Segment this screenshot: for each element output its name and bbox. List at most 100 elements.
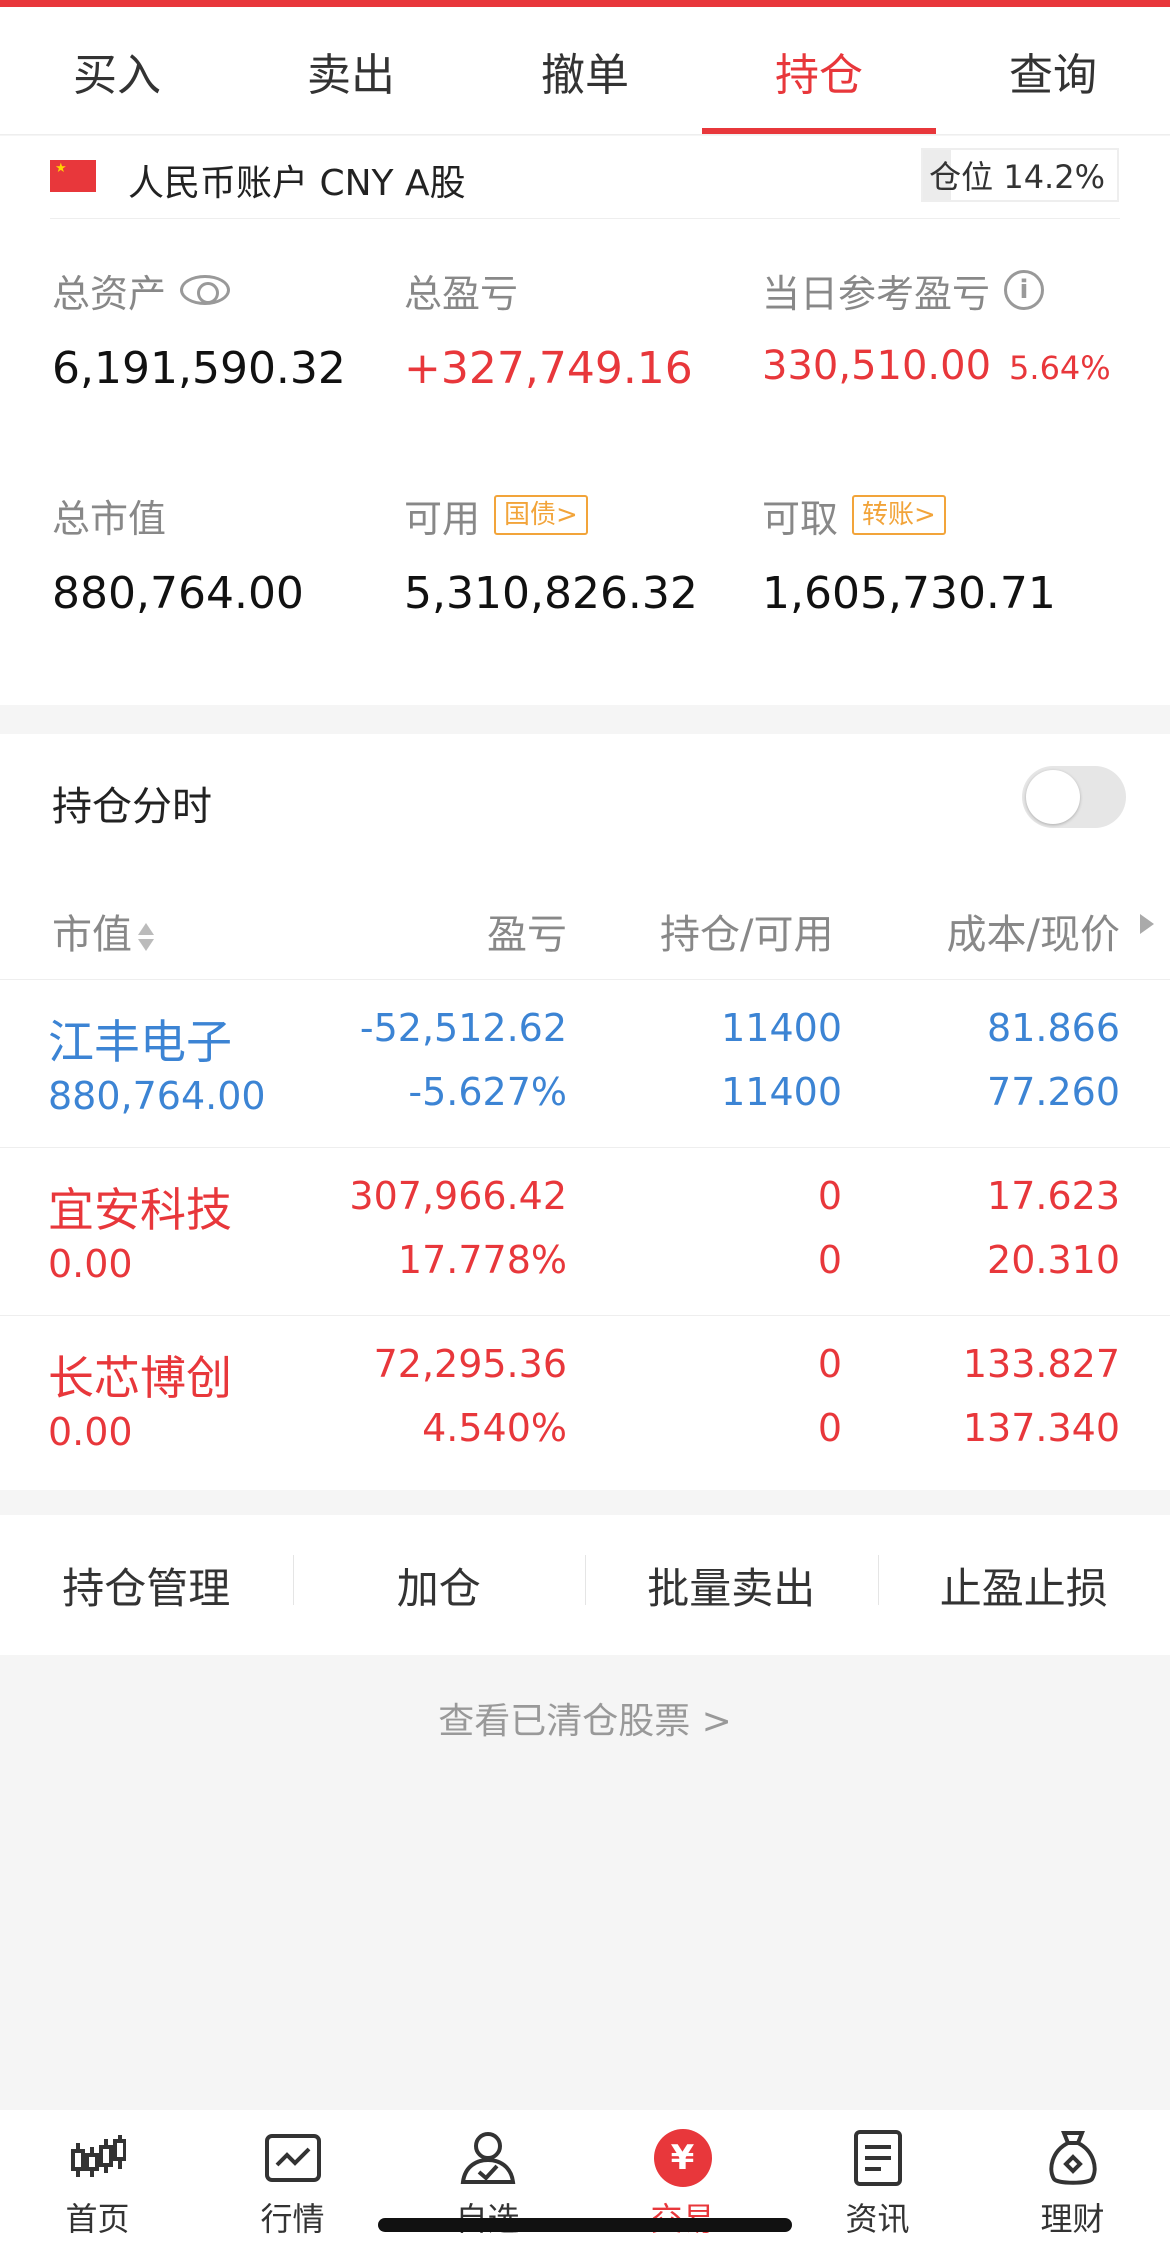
stock-qty: 0 bbox=[817, 1342, 842, 1386]
header-qty: 持仓/可用 bbox=[660, 912, 834, 958]
bottom-nav: 首页 行情 自选 ¥ 交易 资讯 理财 bbox=[0, 2110, 1170, 2256]
treasury-bond-tag[interactable]: 国债> bbox=[494, 495, 588, 535]
withdrawable-value: 1,605,730.71 bbox=[762, 568, 1056, 619]
yen-glyph: ¥ bbox=[653, 2129, 712, 2187]
header-market-value-label: 市值 bbox=[52, 912, 132, 958]
stock-name: 江丰电子 bbox=[48, 1015, 232, 1069]
nav-market-label: 行情 bbox=[260, 2200, 325, 2238]
take-profit-stop-loss-button[interactable]: 止盈止损 bbox=[877, 1554, 1170, 1616]
nav-news-label: 资讯 bbox=[845, 2200, 910, 2238]
stock-cost: 17.623 bbox=[987, 1174, 1120, 1218]
total-pl-value: +327,749.16 bbox=[404, 343, 693, 394]
table-row[interactable]: 长芯博创 0.00 72,295.36 4.540% 0 0 133.827 1… bbox=[0, 1316, 1170, 1484]
daily-pl-label: 当日参考盈亏 bbox=[762, 271, 991, 316]
nav-market[interactable]: 行情 bbox=[195, 2110, 390, 2256]
nav-wealth-label: 理财 bbox=[1040, 2200, 1105, 2238]
stock-price: 77.260 bbox=[987, 1070, 1120, 1114]
total-pl-label: 总盈亏 bbox=[404, 271, 519, 316]
daily-pl-block: 当日参考盈亏 i 330,510.00 5.64% bbox=[762, 265, 1111, 389]
available-label: 可用 bbox=[404, 496, 481, 541]
stock-market-value: 880,764.00 bbox=[48, 1074, 266, 1118]
tab-cancel[interactable]: 撤单 bbox=[468, 7, 702, 134]
market-value-label: 总市值 bbox=[52, 496, 167, 541]
tab-sell[interactable]: 卖出 bbox=[234, 7, 468, 134]
table-row[interactable]: 宜安科技 0.00 307,966.42 17.778% 0 0 17.623 … bbox=[0, 1148, 1170, 1316]
add-position-button[interactable]: 加仓 bbox=[292, 1554, 586, 1616]
trade-tabs: 买入 卖出 撤单 持仓 查询 bbox=[0, 7, 1170, 135]
stock-price: 137.340 bbox=[962, 1406, 1120, 1450]
chart-icon bbox=[263, 2128, 323, 2188]
user-check-icon bbox=[458, 2128, 518, 2188]
holdings-action-bar: 持仓管理 加仓 批量卖出 止盈止损 bbox=[0, 1515, 1170, 1655]
china-flag-icon: ★ bbox=[50, 160, 96, 192]
available-value: 5,310,826.32 bbox=[404, 568, 698, 619]
money-bag-icon bbox=[1043, 2128, 1103, 2188]
total-pl-block: 总盈亏 +327,749.16 bbox=[404, 265, 693, 395]
nav-trade[interactable]: ¥ 交易 bbox=[585, 2110, 780, 2256]
total-assets-block: 总资产 6,191,590.32 bbox=[52, 265, 346, 395]
holdings-table-header: 市值 盈亏 持仓/可用 成本/现价 bbox=[0, 874, 1170, 980]
available-block: 可用 国债> 5,310,826.32 bbox=[404, 490, 698, 619]
total-assets-value: 6,191,590.32 bbox=[52, 343, 346, 394]
document-icon bbox=[848, 2128, 908, 2188]
header-pl: 盈亏 bbox=[487, 912, 567, 958]
stock-available: 0 bbox=[817, 1406, 842, 1450]
view-cleared-stocks-link[interactable]: 查看已清仓股票 > bbox=[0, 1692, 1170, 1744]
stock-available: 11400 bbox=[721, 1070, 842, 1114]
nav-home-label: 首页 bbox=[65, 2200, 130, 2238]
account-row[interactable]: ★ 人民币账户 CNY A股 仓位 14.2% bbox=[0, 136, 1170, 220]
nav-watchlist[interactable]: 自选 bbox=[390, 2110, 585, 2256]
tab-holdings[interactable]: 持仓 bbox=[702, 7, 936, 134]
header-price: 成本/现价 bbox=[946, 912, 1120, 958]
asset-summary: 总资产 6,191,590.32 总盈亏 +327,749.16 当日参考盈亏 … bbox=[0, 220, 1170, 705]
nav-watchlist-label: 自选 bbox=[455, 2194, 519, 2240]
withdrawable-label: 可取 bbox=[762, 496, 839, 541]
scroll-right-icon[interactable] bbox=[1140, 914, 1154, 934]
top-accent-bar bbox=[0, 0, 1170, 7]
nav-home[interactable]: 首页 bbox=[0, 2110, 195, 2256]
nav-wealth[interactable]: 理财 bbox=[975, 2110, 1170, 2256]
holdings-intraday-toggle[interactable] bbox=[1022, 766, 1126, 828]
stock-pl-percent: -5.627% bbox=[408, 1070, 567, 1114]
eye-icon[interactable] bbox=[180, 275, 231, 305]
stock-cost: 81.866 bbox=[987, 1006, 1120, 1050]
withdrawable-block: 可取 转账> 1,605,730.71 bbox=[762, 490, 1056, 619]
stock-cost: 133.827 bbox=[962, 1342, 1120, 1386]
stock-price: 20.310 bbox=[987, 1238, 1120, 1282]
stock-name: 长芯博创 bbox=[48, 1351, 232, 1405]
transfer-tag[interactable]: 转账> bbox=[852, 495, 946, 535]
stock-market-value: 0.00 bbox=[48, 1410, 133, 1454]
stock-pl: 72,295.36 bbox=[373, 1342, 567, 1386]
table-row[interactable]: 江丰电子 880,764.00 -52,512.62 -5.627% 11400… bbox=[0, 980, 1170, 1148]
batch-sell-button[interactable]: 批量卖出 bbox=[585, 1554, 878, 1616]
position-label: 仓位 14.2% bbox=[929, 158, 1105, 196]
position-ratio-bar: 仓位 14.2% bbox=[921, 148, 1119, 202]
candlestick-icon bbox=[68, 2128, 128, 2188]
tab-query[interactable]: 查询 bbox=[936, 7, 1170, 134]
stock-qty: 0 bbox=[817, 1174, 842, 1218]
stock-market-value: 0.00 bbox=[48, 1242, 133, 1286]
stock-name: 宜安科技 bbox=[48, 1183, 232, 1237]
info-icon[interactable]: i bbox=[1004, 270, 1045, 310]
holdings-section: 持仓分时 市值 盈亏 持仓/可用 成本/现价 江丰电子 880,764.00 -… bbox=[0, 734, 1170, 1490]
header-market-value[interactable]: 市值 bbox=[52, 902, 156, 960]
market-value-value: 880,764.00 bbox=[52, 568, 304, 619]
yen-icon: ¥ bbox=[653, 2128, 713, 2188]
stock-qty: 11400 bbox=[721, 1006, 842, 1050]
nav-trade-label: 交易 bbox=[650, 2194, 714, 2240]
stock-pl: 307,966.42 bbox=[349, 1174, 567, 1218]
daily-pl-value: 330,510.00 bbox=[762, 343, 992, 389]
tab-buy[interactable]: 买入 bbox=[0, 7, 234, 134]
stock-pl-percent: 4.540% bbox=[422, 1406, 567, 1450]
account-name: 人民币账户 CNY A股 bbox=[128, 163, 466, 204]
market-value-block: 总市值 880,764.00 bbox=[52, 490, 304, 620]
stock-pl-percent: 17.778% bbox=[397, 1238, 567, 1282]
daily-pl-percent: 5.64% bbox=[1009, 349, 1111, 387]
manage-holdings-button[interactable]: 持仓管理 bbox=[0, 1555, 293, 1616]
divider bbox=[50, 218, 1120, 219]
holdings-intraday-label: 持仓分时 bbox=[52, 784, 212, 830]
home-indicator bbox=[378, 2218, 792, 2232]
total-assets-label: 总资产 bbox=[52, 271, 167, 316]
nav-news[interactable]: 资讯 bbox=[780, 2110, 975, 2256]
sort-icon[interactable] bbox=[136, 919, 156, 955]
